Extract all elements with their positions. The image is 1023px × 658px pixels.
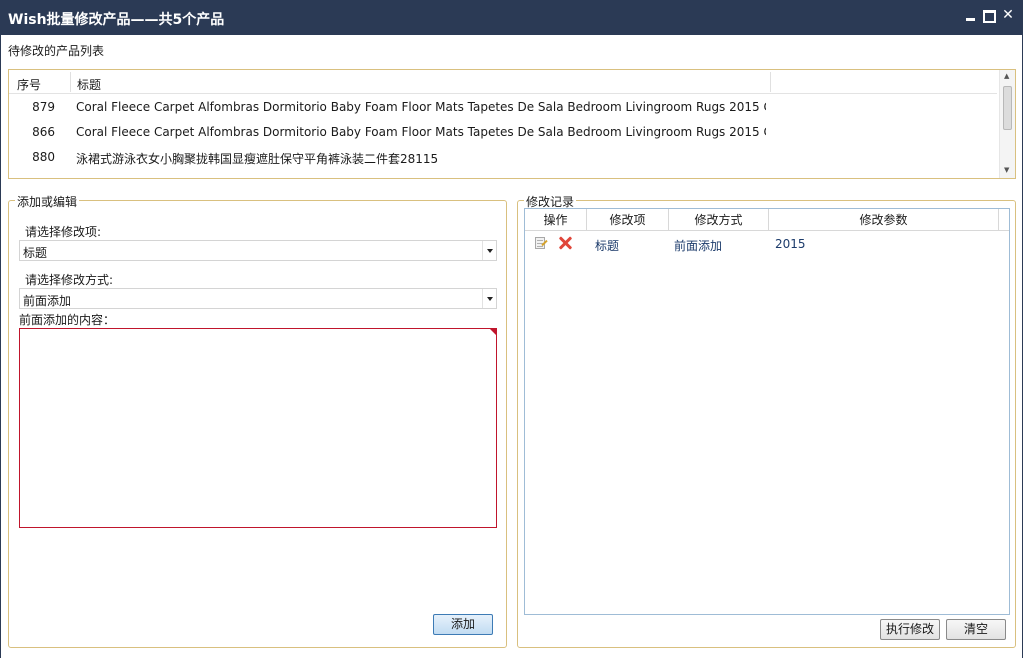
content-label: 前面添加的内容： [19, 313, 116, 327]
required-marker-icon [490, 329, 496, 335]
column-separator [770, 72, 771, 92]
log-grid-header: 操作 修改项 修改方式 修改参数 [525, 209, 1009, 231]
edit-panel: 添加或编辑 请选择修改项: 标题 请选择修改方式: 前面添加 前面添加的内容： … [8, 193, 507, 648]
content-textarea[interactable] [19, 328, 497, 528]
resize-grip-icon[interactable] [1010, 646, 1020, 656]
field-select-label: 请选择修改项: [25, 225, 102, 239]
product-num: 880 [32, 150, 55, 164]
add-button[interactable]: 添加 [433, 614, 493, 635]
scroll-thumb[interactable] [1003, 86, 1012, 130]
product-list-header: 序号 标题 [9, 70, 997, 94]
mode-select-label: 请选择修改方式: [25, 273, 114, 287]
product-list-label: 待修改的产品列表 [8, 44, 105, 58]
product-title: Coral Fleece Carpet Alfombras Dormitorio… [76, 125, 766, 139]
column-header-num[interactable]: 序号 [17, 76, 41, 93]
scroll-down-icon[interactable]: ▼ [1004, 166, 1009, 174]
window-title: Wish批量修改产品——共5个产品 [8, 12, 225, 28]
title-bar[interactable]: Wish批量修改产品——共5个产品 ✕ [0, 0, 1023, 35]
edit-icon[interactable] [534, 236, 548, 250]
edit-panel-title: 添加或编辑 [15, 193, 80, 210]
chevron-down-icon[interactable] [482, 289, 496, 308]
product-row[interactable]: 866 Coral Fleece Carpet Alfombras Dormit… [9, 120, 769, 144]
product-list-scrollbar[interactable]: ▲ ▼ [999, 70, 1015, 178]
log-row[interactable]: 标题 前面添加 2015 [525, 232, 1009, 256]
chevron-down-icon[interactable] [482, 241, 496, 260]
mode-select[interactable]: 前面添加 [19, 288, 497, 309]
product-list[interactable]: 序号 标题 879 Coral Fleece Carpet Alfombras … [8, 69, 1016, 179]
product-row[interactable]: 879 Coral Fleece Carpet Alfombras Dormit… [9, 95, 769, 119]
field-select[interactable]: 标题 [19, 240, 497, 261]
log-panel: 修改记录 操作 修改项 修改方式 修改参数 标题 前面添加 2015 执行修改 … [517, 193, 1016, 648]
product-num: 879 [32, 100, 55, 114]
scroll-up-icon[interactable]: ▲ [1004, 72, 1009, 80]
maximize-icon[interactable] [982, 8, 996, 23]
window-body: 待修改的产品列表 序号 标题 879 Coral Fleece Carpet A… [0, 35, 1023, 658]
column-header-action[interactable]: 操作 [525, 209, 587, 231]
product-row[interactable]: 880 泳裙式游泳衣女小胸聚拢韩国显瘦遮肚保守平角裤泳装二件套28115 [9, 145, 769, 169]
column-header-mode[interactable]: 修改方式 [669, 209, 769, 231]
column-header-field[interactable]: 修改项 [587, 209, 669, 231]
delete-icon[interactable] [557, 235, 573, 251]
column-separator [70, 72, 71, 92]
product-title: 泳裙式游泳衣女小胸聚拢韩国显瘦遮肚保守平角裤泳装二件套28115 [76, 152, 439, 166]
product-title: Coral Fleece Carpet Alfombras Dormitorio… [76, 100, 766, 114]
product-num: 866 [32, 125, 55, 139]
log-param: 2015 [775, 237, 806, 251]
field-select-value: 标题 [23, 246, 48, 260]
close-icon[interactable]: ✕ [1001, 8, 1015, 22]
log-mode: 前面添加 [674, 239, 723, 253]
clear-button[interactable]: 清空 [946, 619, 1006, 640]
mode-select-value: 前面添加 [23, 294, 72, 308]
column-header-param[interactable]: 修改参数 [769, 209, 999, 231]
log-field: 标题 [595, 239, 620, 253]
log-grid[interactable]: 操作 修改项 修改方式 修改参数 标题 前面添加 2015 [524, 208, 1010, 615]
column-header-title[interactable]: 标题 [77, 76, 101, 93]
execute-button[interactable]: 执行修改 [880, 619, 940, 640]
minimize-icon[interactable] [964, 8, 978, 22]
